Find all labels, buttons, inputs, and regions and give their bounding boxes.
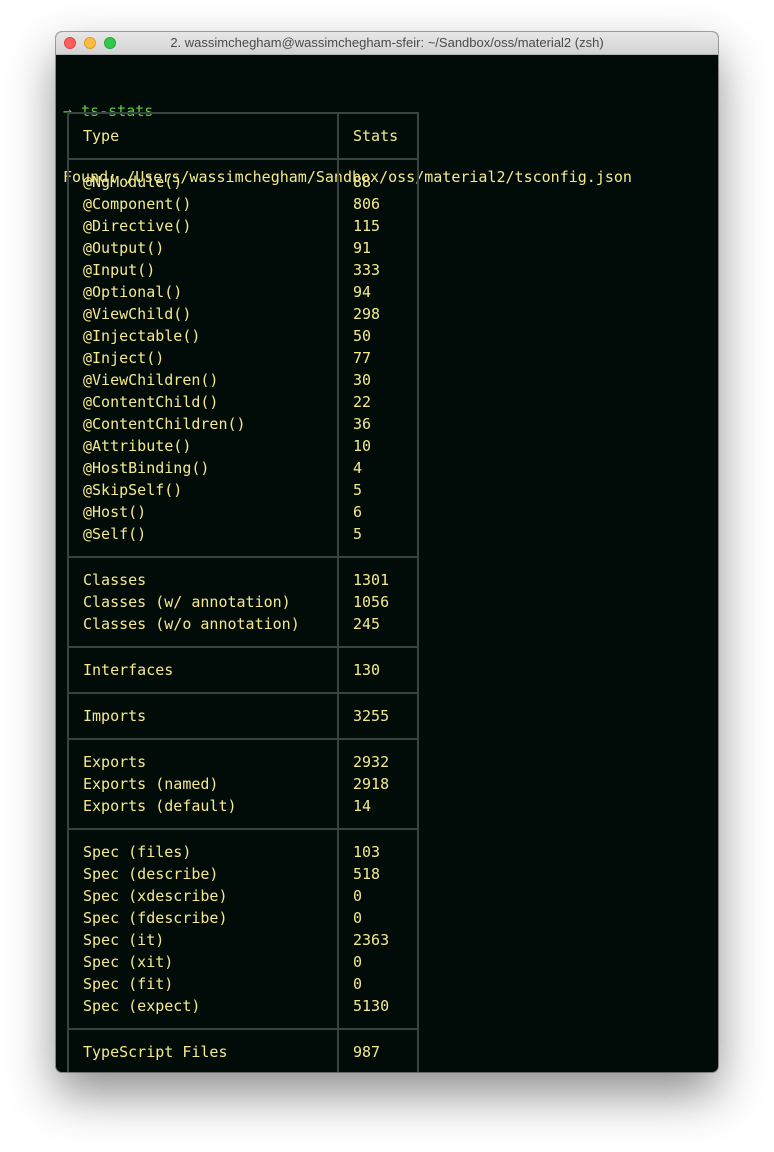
row-label: @Host() <box>83 503 147 521</box>
stats-cell: 1301 1056 245 <box>337 556 419 648</box>
row-value: 2363 <box>353 931 390 949</box>
type-cell: Interfaces <box>67 646 339 694</box>
stats-table-body: @NgModule() @Component() @Directive() @Outp… <box>67 158 419 1072</box>
row-label: @Optional() <box>83 283 183 301</box>
row-label: TypeScript Files <box>83 1043 228 1061</box>
row-label: @ViewChildren() <box>83 371 219 389</box>
table-section: Classes Classes (w/ annotation) Classes (w… <box>67 556 419 648</box>
row-value: 2918 <box>353 775 390 793</box>
row-label: Imports <box>83 707 147 725</box>
terminal-content[interactable]: → ts-stats Found: /Users/wassimchegham/S… <box>63 56 714 1072</box>
table-section: TypeScript Files 987 <box>67 1028 419 1072</box>
stats-column-header: Stats <box>337 112 419 160</box>
row-label: Exports <box>83 753 147 771</box>
row-label: @Injectable() <box>83 327 201 345</box>
row-label: @Attribute() <box>83 437 192 455</box>
row-value: 0 <box>353 887 363 905</box>
stats-table: Type Stats @NgModule() @Component() @Direc… <box>67 112 419 1072</box>
window-title: 2. wassimchegham@wassimchegham-sfeir: ~/… <box>170 35 604 50</box>
stats-cell: 130 <box>337 646 419 694</box>
table-section: Exports Exports (named) Exports (default) 2… <box>67 738 419 830</box>
row-label: Exports (named) <box>83 775 219 793</box>
row-label: @NgModule() <box>83 173 183 191</box>
row-value: 518 <box>353 865 381 883</box>
table-section: @NgModule() @Component() @Directive() @Outp… <box>67 158 419 558</box>
row-value: 2932 <box>353 753 390 771</box>
row-label: @Output() <box>83 239 165 257</box>
type-cell: Classes Classes (w/ annotation) Classes (w… <box>67 556 339 648</box>
row-label: Interfaces <box>83 661 174 679</box>
row-label: @HostBinding() <box>83 459 210 477</box>
row-value: 5 <box>353 481 363 499</box>
row-label: @ContentChildren() <box>83 415 246 433</box>
row-label: Spec (fdescribe) <box>83 909 228 927</box>
row-value: 4 <box>353 459 363 477</box>
row-value: 36 <box>353 415 372 433</box>
row-value: 14 <box>353 797 372 815</box>
row-label: @Input() <box>83 261 156 279</box>
row-label: @Inject() <box>83 349 165 367</box>
row-label: Spec (xdescribe) <box>83 887 228 905</box>
row-label: @Directive() <box>83 217 192 235</box>
row-label: Exports (default) <box>83 797 237 815</box>
row-label: @Self() <box>83 525 147 543</box>
row-value: 245 <box>353 615 381 633</box>
row-value: 91 <box>353 239 372 257</box>
stats-cell: 987 <box>337 1028 419 1072</box>
row-label: @SkipSelf() <box>83 481 183 499</box>
row-value: 806 <box>353 195 381 213</box>
row-label: @Component() <box>83 195 192 213</box>
row-label: @ViewChild() <box>83 305 192 323</box>
row-value: 987 <box>353 1043 381 1061</box>
row-label: @ContentChild() <box>83 393 219 411</box>
row-label: Classes (w/o annotation) <box>83 615 300 633</box>
row-value: 3255 <box>353 707 390 725</box>
row-value: 1301 <box>353 571 390 589</box>
row-label: Spec (fit) <box>83 975 174 993</box>
stats-cell: 88 806 115 91 333 94 298 50 77 30 22 36 10 4 5 6 5 <box>337 158 419 558</box>
row-value: 0 <box>353 975 363 993</box>
row-value: 88 <box>353 173 372 191</box>
row-value: 130 <box>353 661 381 679</box>
row-value: 5 <box>353 525 363 543</box>
stats-cell: 2932 2918 14 <box>337 738 419 830</box>
row-value: 94 <box>353 283 372 301</box>
row-value: 30 <box>353 371 372 389</box>
stats-cell: 103 518 0 0 2363 0 0 5130 <box>337 828 419 1030</box>
type-column-header: Type <box>67 112 339 160</box>
row-value: 6 <box>353 503 363 521</box>
row-label: Spec (xit) <box>83 953 174 971</box>
type-cell: Imports <box>67 692 339 740</box>
row-value: 22 <box>353 393 372 411</box>
table-section: Imports 3255 <box>67 692 419 740</box>
stats-cell: 3255 <box>337 692 419 740</box>
row-label: Classes (w/ annotation) <box>83 593 291 611</box>
row-label: Classes <box>83 571 147 589</box>
row-value: 298 <box>353 305 381 323</box>
row-label: Spec (expect) <box>83 997 201 1015</box>
title-bar: 2. wassimchegham@wassimchegham-sfeir: ~/… <box>56 32 718 55</box>
row-value: 333 <box>353 261 381 279</box>
row-value: 5130 <box>353 997 390 1015</box>
type-cell: Spec (files) Spec (describe) Spec (xdescri… <box>67 828 339 1030</box>
table-section: Interfaces 130 <box>67 646 419 694</box>
row-value: 10 <box>353 437 372 455</box>
row-value: 103 <box>353 843 381 861</box>
row-value: 50 <box>353 327 372 345</box>
type-cell: TypeScript Files <box>67 1028 339 1072</box>
row-value: 1056 <box>353 593 390 611</box>
row-value: 77 <box>353 349 372 367</box>
terminal-window: 2. wassimchegham@wassimchegham-sfeir: ~/… <box>56 32 718 1072</box>
row-value: 0 <box>353 909 363 927</box>
type-cell: Exports Exports (named) Exports (default) <box>67 738 339 830</box>
row-label: Spec (it) <box>83 931 165 949</box>
type-cell: @NgModule() @Component() @Directive() @Outp… <box>67 158 339 558</box>
table-section: Spec (files) Spec (describe) Spec (xdescri… <box>67 828 419 1030</box>
row-label: Spec (describe) <box>83 865 219 883</box>
row-value: 115 <box>353 217 381 235</box>
row-value: 0 <box>353 953 363 971</box>
row-label: Spec (files) <box>83 843 192 861</box>
table-header-row: Type Stats <box>67 112 419 160</box>
